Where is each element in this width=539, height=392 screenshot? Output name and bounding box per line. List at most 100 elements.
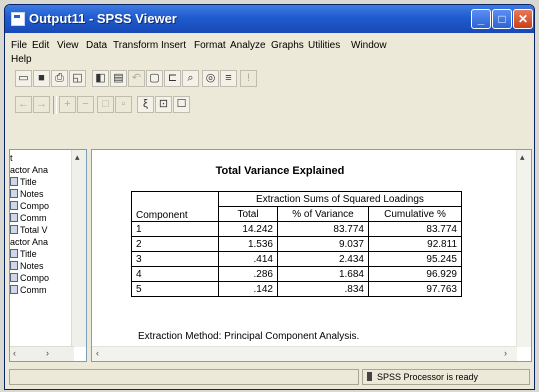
- table-cell: 4: [131, 266, 219, 282]
- scroll-right-icon[interactable]: ›: [46, 348, 49, 358]
- expand-icon[interactable]: +: [59, 96, 76, 113]
- outline-item-label: actor Ana: [10, 237, 49, 247]
- group-header: Extraction Sums of Squared Loadings: [218, 191, 462, 207]
- outline-pane[interactable]: t actor Ana Title Notes Compo Comm Total…: [9, 149, 87, 362]
- status-panel-empty: [9, 369, 359, 385]
- title-icon: [10, 249, 18, 258]
- menu-format[interactable]: Format: [194, 40, 226, 51]
- outline-vertical-scrollbar[interactable]: ▴: [71, 150, 86, 347]
- menu-insert[interactable]: Insert: [161, 40, 186, 51]
- outline-horizontal-scrollbar[interactable]: ‹ ›: [10, 346, 74, 361]
- table-cell: 5: [131, 281, 219, 297]
- content-horizontal-scrollbar[interactable]: ‹ ›: [92, 346, 517, 361]
- menu-data[interactable]: Data: [86, 40, 107, 51]
- table-icon: [10, 225, 18, 234]
- maximize-button[interactable]: □: [492, 9, 512, 29]
- close-button[interactable]: ✕: [513, 9, 533, 29]
- table-footnote: Extraction Method: Principal Component A…: [138, 331, 360, 342]
- table-cell: 9.037: [277, 236, 369, 252]
- outline-item[interactable]: Title: [10, 248, 37, 260]
- outline-item[interactable]: actor Ana: [10, 164, 48, 176]
- menu-utilities[interactable]: Utilities: [308, 40, 340, 51]
- table-cell: 14.242: [218, 221, 278, 237]
- outline-item[interactable]: Comm: [10, 212, 47, 224]
- scroll-right-icon[interactable]: ›: [504, 348, 507, 358]
- outline-item-label: Comm: [20, 285, 47, 295]
- menu-transform[interactable]: Transform: [113, 40, 158, 51]
- table-row: 4 .286 1.684 96.929: [131, 266, 462, 282]
- table-cell: .414: [218, 251, 278, 267]
- outline-item[interactable]: actor Ana: [10, 236, 48, 248]
- spss-viewer-window: Output11 - SPSS Viewer _ □ ✕ File Edit V…: [4, 4, 535, 390]
- table-cell: 95.245: [368, 251, 462, 267]
- hide-icon[interactable]: ▫: [115, 96, 132, 113]
- print-icon[interactable]: ⎙: [51, 70, 68, 87]
- minimize-button[interactable]: _: [471, 9, 491, 29]
- insert-title-icon[interactable]: ⊡: [155, 96, 172, 113]
- table-row: 3 .414 2.434 95.245: [131, 251, 462, 267]
- table-cell: 97.763: [368, 281, 462, 297]
- print-preview-icon[interactable]: ◱: [69, 70, 86, 87]
- table-cell: 2: [131, 236, 219, 252]
- outline-item-label: actor Ana: [10, 165, 49, 175]
- outline-item[interactable]: Comm: [10, 284, 47, 296]
- insert-output-icon[interactable]: ≡: [220, 70, 237, 87]
- outline-item[interactable]: Title: [10, 176, 37, 188]
- total-variance-table[interactable]: Component Extraction Sums of Squared Loa…: [131, 191, 462, 297]
- menu-bar: File Edit View Data Transform Insert For…: [5, 35, 534, 67]
- scroll-left-icon[interactable]: ‹: [13, 348, 16, 358]
- insert-text-icon[interactable]: ☐: [173, 96, 190, 113]
- disabled-tool-icon[interactable]: !: [240, 70, 257, 87]
- table-cell: 92.811: [368, 236, 462, 252]
- find-icon[interactable]: ⌕: [182, 70, 199, 87]
- goto-data-icon[interactable]: ▤: [110, 70, 127, 87]
- save-icon[interactable]: ■: [33, 70, 50, 87]
- undo-icon[interactable]: ↶: [128, 70, 145, 87]
- table-icon: [10, 201, 18, 210]
- scroll-up-icon[interactable]: ▴: [75, 152, 80, 163]
- scroll-left-icon[interactable]: ‹: [96, 348, 99, 358]
- open-icon[interactable]: ▭: [15, 70, 32, 87]
- app-icon[interactable]: [11, 12, 25, 26]
- designate-window-icon[interactable]: ◎: [202, 70, 219, 87]
- insert-heading-icon[interactable]: ξ: [137, 96, 154, 113]
- outline-item[interactable]: Compo: [10, 200, 49, 212]
- menu-file[interactable]: File: [11, 40, 27, 51]
- toolbar-separator: [53, 96, 57, 114]
- promote-icon[interactable]: ←: [15, 96, 32, 113]
- menu-window[interactable]: Window: [351, 40, 387, 51]
- collapse-icon[interactable]: −: [77, 96, 94, 113]
- outline-item[interactable]: t: [10, 152, 13, 164]
- status-bar: SPSS Processor is ready: [5, 364, 534, 389]
- processor-icon: [367, 372, 372, 381]
- outline-item-label: t: [10, 153, 13, 163]
- outline-item[interactable]: Total V: [10, 224, 48, 236]
- demote-icon[interactable]: →: [33, 96, 50, 113]
- variables-icon[interactable]: ⊏: [164, 70, 181, 87]
- table-icon: [10, 213, 18, 222]
- scroll-up-icon[interactable]: ▴: [520, 152, 525, 163]
- table-title: Total Variance Explained: [215, 165, 345, 177]
- title-bar[interactable]: Output11 - SPSS Viewer _ □ ✕: [5, 5, 534, 33]
- main-toolbar: ▭ ■ ⎙ ◱ ◧ ▤ ↶ ▢ ⊏ ⌕ ◎ ≡ !: [5, 67, 534, 91]
- column-header: Total: [218, 206, 278, 222]
- content-vertical-scrollbar[interactable]: ▴: [516, 150, 531, 347]
- window-title: Output11 - SPSS Viewer: [29, 11, 177, 26]
- menu-view[interactable]: View: [57, 40, 79, 51]
- menu-help[interactable]: Help: [11, 54, 32, 65]
- outline-item-label: Comm: [20, 213, 47, 223]
- outline-item[interactable]: Notes: [10, 260, 44, 272]
- dialog-recall-icon[interactable]: ◧: [92, 70, 109, 87]
- notes-icon: [10, 261, 18, 270]
- outline-item-label: Total V: [20, 225, 48, 235]
- menu-analyze[interactable]: Analyze: [230, 40, 266, 51]
- column-header: Cumulative %: [368, 206, 462, 222]
- outline-item[interactable]: Notes: [10, 188, 44, 200]
- menu-edit[interactable]: Edit: [32, 40, 49, 51]
- goto-case-icon[interactable]: ▢: [146, 70, 163, 87]
- outline-item-label: Notes: [20, 261, 44, 271]
- outline-item[interactable]: Compo: [10, 272, 49, 284]
- show-icon[interactable]: □: [97, 96, 114, 113]
- table-icon: [10, 285, 18, 294]
- menu-graphs[interactable]: Graphs: [271, 40, 304, 51]
